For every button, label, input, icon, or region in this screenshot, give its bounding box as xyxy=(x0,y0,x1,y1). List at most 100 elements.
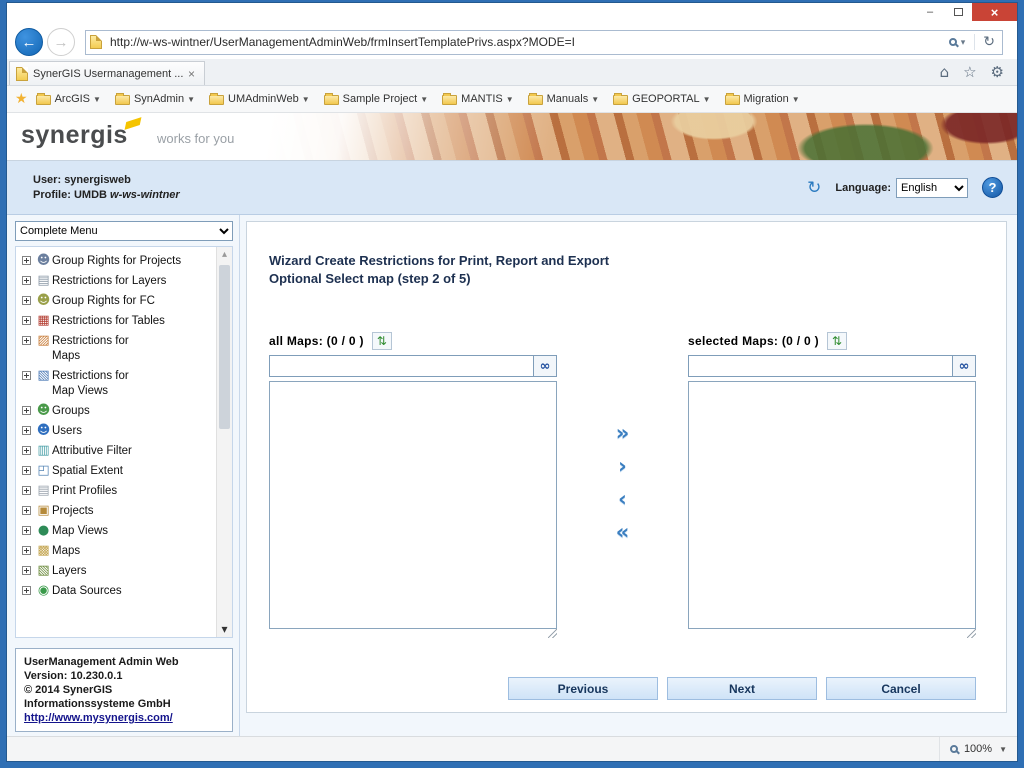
refresh-icon[interactable]: ↻ xyxy=(980,34,998,50)
address-input[interactable] xyxy=(108,34,949,50)
maximize-button[interactable] xyxy=(944,3,972,21)
user-info: User: synergisweb Profile: UMDB w-ws-win… xyxy=(33,173,180,203)
autocomplete-caret-icon[interactable]: ▾ xyxy=(961,37,966,48)
home-icon[interactable]: ⌂ xyxy=(933,63,957,81)
language-label: Language: xyxy=(835,182,891,194)
selected-maps-search-input[interactable] xyxy=(688,355,953,377)
resize-grip-icon[interactable] xyxy=(967,629,976,638)
chevron-down-icon: ▼ xyxy=(420,95,428,104)
tree-item-print-profiles[interactable]: Print Profiles xyxy=(18,481,232,501)
expand-icon[interactable] xyxy=(22,296,31,305)
expand-icon[interactable] xyxy=(22,446,31,455)
all-maps-listbox[interactable] xyxy=(269,381,557,629)
expand-icon[interactable] xyxy=(22,336,31,345)
expand-icon[interactable] xyxy=(22,426,31,435)
mapview-lock-icon xyxy=(35,368,52,383)
minimize-button[interactable]: – xyxy=(916,3,944,21)
favorite-sample-project[interactable]: Sample Project▼ xyxy=(324,93,429,105)
expand-icon[interactable] xyxy=(22,256,31,265)
find-icon[interactable]: ∞ xyxy=(953,355,976,377)
back-button[interactable]: ← xyxy=(15,28,43,56)
expand-icon[interactable] xyxy=(22,466,31,475)
search-icon[interactable] xyxy=(949,38,957,46)
tree-item-attributive-filter[interactable]: Attributive Filter xyxy=(18,441,232,461)
globe-icon xyxy=(35,523,52,538)
tree-item-restrictions-map-views[interactable]: Restrictions for Map Views xyxy=(18,366,232,401)
expand-icon[interactable] xyxy=(22,566,31,575)
folder-icon xyxy=(324,95,339,105)
tree-scrollbar[interactable]: ▴ ▾ xyxy=(216,247,232,637)
expand-icon[interactable] xyxy=(22,586,31,595)
tree-item-map-views[interactable]: Map Views xyxy=(18,521,232,541)
scroll-up-icon[interactable]: ▴ xyxy=(217,247,232,263)
forward-button[interactable]: → xyxy=(47,28,75,56)
add-favorite-star-icon[interactable]: ★ xyxy=(15,91,28,107)
synergis-logo: synergis xyxy=(21,121,128,150)
menu-mode-select[interactable]: Complete Menu xyxy=(15,221,233,241)
tab-close-icon[interactable]: × xyxy=(185,67,198,81)
help-button[interactable]: ? xyxy=(982,177,1003,198)
tree-item-restrictions-tables[interactable]: Restrictions for Tables xyxy=(18,311,232,331)
move-all-left-icon[interactable]: « xyxy=(616,521,630,543)
tree-item-users[interactable]: Users xyxy=(18,421,232,441)
all-maps-label: all Maps: (0 / 0 ) xyxy=(269,334,364,348)
next-button[interactable]: Next xyxy=(667,677,817,700)
tab-favicon xyxy=(16,67,28,81)
expand-icon[interactable] xyxy=(22,506,31,515)
profile-db: UMDB xyxy=(74,189,107,201)
expand-icon[interactable] xyxy=(22,486,31,495)
move-left-icon[interactable]: ‹ xyxy=(618,488,627,510)
tree-item-group-rights-fc[interactable]: Group Rights for FC xyxy=(18,291,232,311)
scrollbar-thumb[interactable] xyxy=(219,265,230,429)
expand-icon[interactable] xyxy=(22,276,31,285)
cancel-button[interactable]: Cancel xyxy=(826,677,976,700)
expand-icon[interactable] xyxy=(22,371,31,380)
favorite-umadminweb[interactable]: UMAdminWeb▼ xyxy=(209,93,310,105)
tree-item-group-rights-projects[interactable]: Group Rights for Projects xyxy=(18,251,232,271)
favorite-mantis[interactable]: MANTIS▼ xyxy=(442,93,513,105)
tab-row: SynerGIS Usermanagement ... × ⌂ ☆ ⚙ xyxy=(7,59,1017,86)
favorite-manuals[interactable]: Manuals▼ xyxy=(528,93,600,105)
tree-item-spatial-extent[interactable]: Spatial Extent xyxy=(18,461,232,481)
expand-icon[interactable] xyxy=(22,316,31,325)
menu-tree: Group Rights for Projects Restrictions f… xyxy=(15,246,233,638)
reload-profile-icon[interactable]: ↻ xyxy=(807,178,821,198)
reload-list-icon[interactable]: ⇅ xyxy=(827,332,847,350)
tree-item-data-sources[interactable]: Data Sources xyxy=(18,581,232,601)
tree-item-restrictions-maps[interactable]: Restrictions for Maps xyxy=(18,331,232,366)
language-select[interactable]: English xyxy=(896,178,968,198)
datasource-icon xyxy=(35,583,52,598)
tree-item-layers[interactable]: Layers xyxy=(18,561,232,581)
expand-icon[interactable] xyxy=(22,526,31,535)
selected-maps-listbox[interactable] xyxy=(688,381,976,629)
close-button[interactable]: × xyxy=(972,3,1017,21)
reload-list-icon[interactable]: ⇅ xyxy=(372,332,392,350)
tree-item-groups[interactable]: Groups xyxy=(18,401,232,421)
browser-window: – × ← → ▾ ↻ SynerGIS Usermanagement ... … xyxy=(6,2,1018,762)
expand-icon[interactable] xyxy=(22,546,31,555)
move-all-right-icon[interactable]: » xyxy=(616,422,630,444)
favorite-migration[interactable]: Migration▼ xyxy=(725,93,800,105)
tree-item-projects[interactable]: Projects xyxy=(18,501,232,521)
zoom-control[interactable]: 100% ▼ xyxy=(939,737,1007,761)
groups-icon xyxy=(35,403,52,418)
profile-host: w-ws-wintner xyxy=(110,189,180,201)
expand-icon[interactable] xyxy=(22,406,31,415)
favorite-arcgis[interactable]: ArcGIS▼ xyxy=(36,93,101,105)
move-right-icon[interactable]: › xyxy=(618,455,627,477)
tree-item-restrictions-layers[interactable]: Restrictions for Layers xyxy=(18,271,232,291)
address-box[interactable]: ▾ ↻ xyxy=(85,30,1003,55)
resize-grip-icon[interactable] xyxy=(548,629,557,638)
tree-item-maps[interactable]: Maps xyxy=(18,541,232,561)
previous-button[interactable]: Previous xyxy=(508,677,658,700)
find-icon[interactable]: ∞ xyxy=(534,355,557,377)
favorite-geoportal[interactable]: GEOPORTAL▼ xyxy=(613,93,710,105)
tab-synergis-usermanagement[interactable]: SynerGIS Usermanagement ... × xyxy=(9,61,205,85)
favorite-synadmin[interactable]: SynAdmin▼ xyxy=(115,93,195,105)
chevron-down-icon: ▼ xyxy=(591,95,599,104)
favorites-star-icon[interactable]: ☆ xyxy=(956,63,983,81)
scroll-down-icon[interactable]: ▾ xyxy=(217,621,232,637)
settings-gear-icon[interactable]: ⚙ xyxy=(984,63,1011,81)
all-maps-search-input[interactable] xyxy=(269,355,534,377)
synergis-link[interactable]: http://www.mysynergis.com/ xyxy=(24,712,173,724)
